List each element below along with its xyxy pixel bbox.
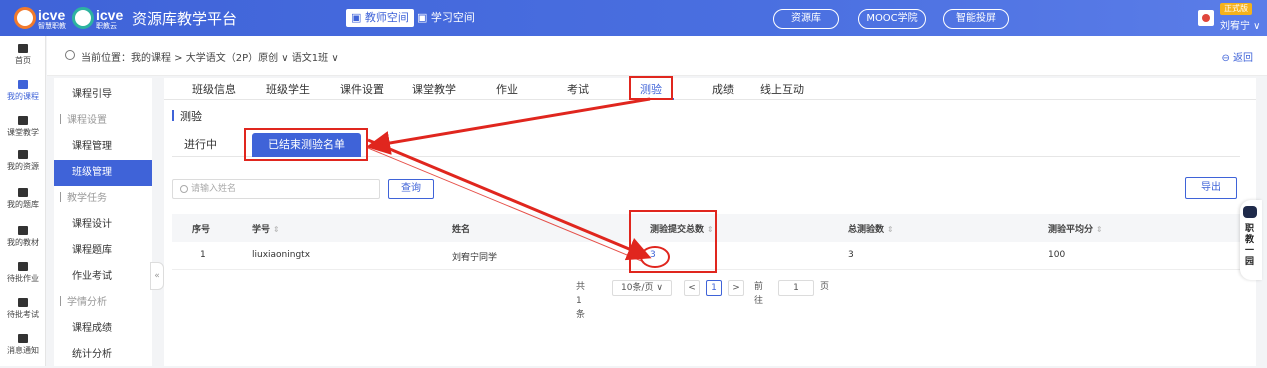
textbook-icon [18,226,28,235]
cell-name: 刘宥宁同学 [452,253,498,263]
name-search-input[interactable] [191,182,371,196]
nav-home[interactable]: 首页 [0,44,46,66]
col-average-score[interactable]: 测验平均分 ⇕ [1048,222,1103,235]
cell-total-quizzes: 3 [848,250,854,260]
subnav-course-design[interactable]: 课程设计 [54,212,152,238]
subnav-course-guide[interactable]: 课程引导 [54,82,152,108]
subnav-class-management[interactable]: 班级管理 [54,160,152,186]
col-name: 姓名 [452,225,471,235]
annotation-box-ended-subtab [244,128,368,161]
tab-class-info[interactable]: 班级信息 [192,81,236,97]
course-icon [18,80,28,89]
course-subnav: 课程引导 课程设置 课程管理 班级管理 教学任务 课程设计 课程题库 作业考试 … [54,78,152,366]
resource-library-button[interactable]: 资源库 [773,9,839,29]
goto-page-input[interactable]: 1 [778,280,814,296]
pager-total: 共 1 条 [576,282,586,320]
nav-homework[interactable]: 待批作业 [0,262,46,284]
col-index: 序号 [192,225,211,235]
resource-icon [18,150,28,159]
page-size-select[interactable]: 10条/页 ∨ [612,280,672,296]
icve-cloud-logo[interactable]: icve 职教云 [96,7,123,31]
nav-my-resources[interactable]: 我的资源 [0,150,46,172]
section-title: 测验 [172,108,202,124]
search-icon [180,185,188,193]
exam-icon [18,298,28,307]
back-button[interactable]: ⊖ 返回 [1221,49,1253,64]
subtab-ongoing[interactable]: 进行中 [184,133,217,157]
breadcrumb-text[interactable]: 当前位置：我的课程 > 大学语文（2P）原创 ∨ 语文1班 ∨ [81,49,339,64]
platform-title: 资源库教学平台 [132,10,238,28]
location-icon [65,50,75,60]
avatar[interactable] [1198,10,1214,26]
user-menu[interactable]: 刘宥宁 ∨ [1220,17,1261,32]
subnav-group-teaching-tasks: 教学任务 [54,186,152,212]
nav-my-courses[interactable]: 我的课程 [0,80,46,102]
goto-label: 前往 [754,282,764,306]
col-student-id[interactable]: 学号 ⇕ [252,222,280,235]
icve-cloud-logo-icon [72,7,94,29]
subnav-group-analytics: 学情分析 [54,290,152,316]
export-button[interactable]: 导出 [1185,177,1237,199]
cell-index: 1 [200,250,206,260]
message-icon [18,334,28,343]
nav-question-bank[interactable]: 我的题库 [0,188,46,210]
cell-student-id: liuxiaoningtx [252,250,311,260]
tab-online-interaction[interactable]: 线上互动 [760,81,804,97]
annotation-circle-submission-count [640,246,670,268]
question-bank-icon [18,188,28,197]
subnav-statistics[interactable]: 统计分析 [54,342,152,368]
breadcrumb: 当前位置：我的课程 > 大学语文（2P）原创 ∨ 语文1班 ∨ ⊖ 返回 [47,36,1267,76]
sort-icon[interactable]: ⇕ [273,225,280,234]
subnav-question-bank[interactable]: 课程题库 [54,238,152,264]
icve-logo[interactable]: icve 智慧职教 [38,7,66,31]
nav-messages[interactable]: 消息通知 [0,334,46,356]
assistant-widget[interactable]: 职教一园 [1240,200,1262,280]
play-icon [18,116,28,125]
tab-exam[interactable]: 考试 [567,81,589,97]
homework-icon [18,262,28,271]
divider [400,11,401,25]
search-box [172,179,380,199]
nav-exam[interactable]: 待批考试 [0,298,46,320]
tab-class-students[interactable]: 班级学生 [266,81,310,97]
page-1-button[interactable]: 1 [706,280,722,296]
icve-logo-icon [14,7,36,29]
page-unit-label: 页 [820,282,830,292]
tab-homework[interactable]: 作业 [496,81,518,97]
prev-page-button[interactable]: < [684,280,700,296]
subnav-course-management[interactable]: 课程管理 [54,134,152,160]
collapse-sidebar-button[interactable]: « [150,262,164,290]
teacher-space-button[interactable]: ▣ 教师空间 [346,9,414,27]
left-nav: 首页 我的课程 课堂教学 我的资源 我的题库 我的教材 待批作业 待批考试 消息… [0,36,46,366]
query-button[interactable]: 查询 [388,179,434,199]
nav-textbook[interactable]: 我的教材 [0,226,46,248]
tab-courseware-settings[interactable]: 课件设置 [340,81,384,97]
nav-classroom[interactable]: 课堂教学 [0,116,46,138]
robot-icon [1243,206,1257,218]
version-badge: 正式版 [1220,3,1252,15]
assistant-label: 职教一园 [1245,224,1255,267]
smart-cast-button[interactable]: 智能投屏 [943,9,1009,29]
sort-icon[interactable]: ⇕ [887,225,894,234]
annotation-box-quiz-tab [629,76,673,100]
subnav-group-course-settings: 课程设置 [54,108,152,134]
top-header: icve 智慧职教 icve 职教云 资源库教学平台 ▣ 教师空间 ▣ 学习空间 资… [0,0,1267,36]
subnav-homework-exam[interactable]: 作业考试 [54,264,152,290]
mooc-college-button[interactable]: MOOC学院 [858,9,926,29]
subnav-course-grades[interactable]: 课程成绩 [54,316,152,342]
cell-average-score: 100 [1048,250,1066,260]
sort-icon[interactable]: ⇕ [1096,225,1103,234]
home-icon [18,44,28,53]
class-tabs: 班级信息 班级学生 课件设置 课堂教学 作业 考试 测验 成绩 线上互动 [164,78,1256,100]
student-space-button[interactable]: ▣ 学习空间 [412,9,480,27]
tab-classroom-teaching[interactable]: 课堂教学 [412,81,456,97]
tab-grades[interactable]: 成绩 [712,81,734,97]
col-total-quizzes[interactable]: 总测验数 ⇕ [848,222,894,235]
next-page-button[interactable]: > [728,280,744,296]
